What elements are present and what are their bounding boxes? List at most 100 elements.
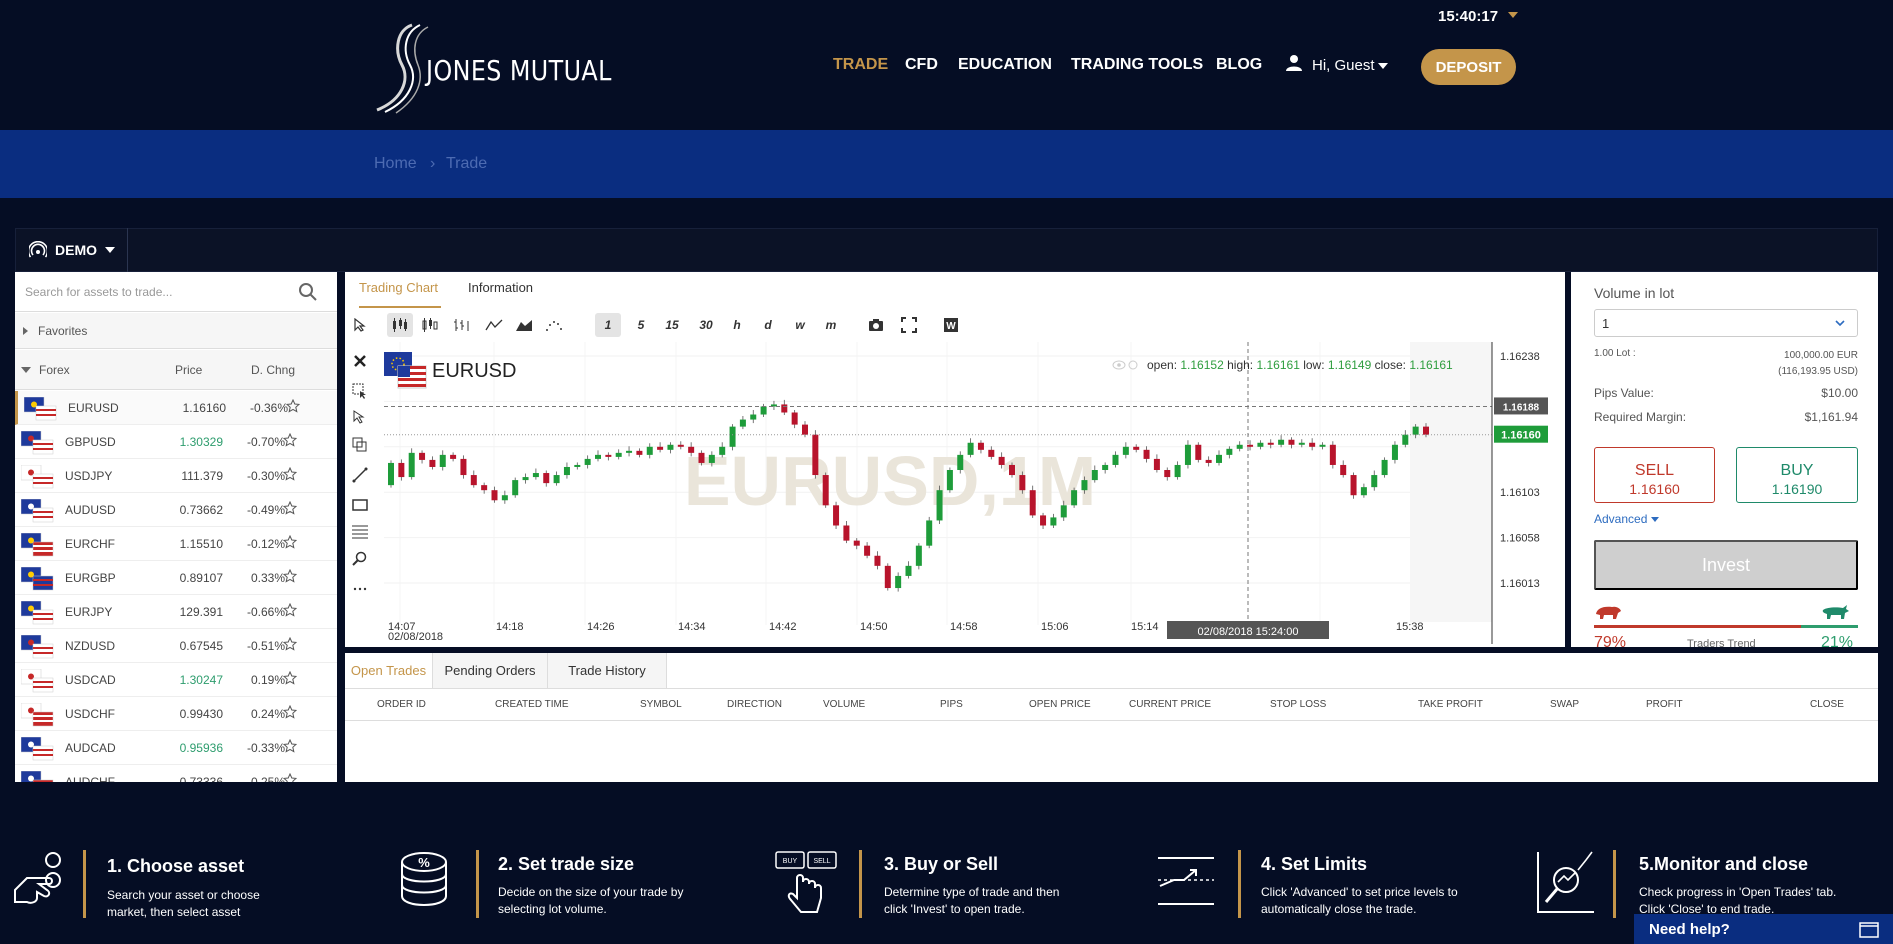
- column-header-current-price[interactable]: CURRENT PRICE: [1129, 699, 1211, 710]
- multi-select-icon[interactable]: [351, 408, 369, 426]
- timeframe-5[interactable]: 5: [628, 313, 654, 337]
- visibility-icon[interactable]: [1112, 359, 1138, 371]
- search-input[interactable]: [25, 280, 285, 304]
- asset-row-usdcad[interactable]: USDCAD 1.30247 0.19%: [15, 663, 337, 697]
- asset-row-usdchf[interactable]: USDCHF 0.99430 0.24%: [15, 697, 337, 731]
- nav-education[interactable]: EDUCATION: [958, 56, 1052, 74]
- column-header-stop-loss[interactable]: STOP LOSS: [1270, 699, 1326, 710]
- tab-trade-history[interactable]: Trade History: [548, 653, 667, 688]
- timeframe-15[interactable]: 15: [659, 313, 685, 337]
- tab-information[interactable]: Information: [468, 280, 533, 295]
- tab-trading-chart[interactable]: Trading Chart: [359, 280, 438, 295]
- candle: [1423, 426, 1429, 435]
- column-header-swap[interactable]: SWAP: [1550, 699, 1579, 710]
- cursor-icon[interactable]: [353, 318, 367, 332]
- star-icon[interactable]: [283, 603, 297, 617]
- copy-icon[interactable]: [351, 436, 369, 454]
- candle: [1402, 434, 1409, 445]
- timeframe-h[interactable]: h: [724, 313, 750, 337]
- user-menu[interactable]: Hi, Guest: [1312, 57, 1375, 74]
- asset-row-usdjpy[interactable]: USDJPY 111.379 -0.30%: [15, 459, 337, 493]
- widget-icon[interactable]: W: [943, 317, 959, 333]
- camera-icon[interactable]: [868, 317, 884, 333]
- sell-price: 1.16160: [1629, 480, 1680, 497]
- clock-caret-icon[interactable]: [1508, 12, 1518, 18]
- column-header-open-price[interactable]: OPEN PRICE: [1029, 699, 1091, 710]
- column-header-order-id[interactable]: ORDER ID: [377, 699, 426, 710]
- fibonacci-icon[interactable]: [351, 522, 369, 540]
- asset-row-eurjpy[interactable]: EURJPY 129.391 -0.66%: [15, 595, 337, 629]
- sell-button[interactable]: SELL 1.16160: [1594, 447, 1715, 503]
- breadcrumb-home[interactable]: Home: [374, 155, 417, 173]
- timeframe-w[interactable]: w: [787, 313, 813, 337]
- zoom-icon[interactable]: [351, 550, 369, 568]
- volume-select[interactable]: 1: [1594, 309, 1858, 337]
- nav-trading-tools[interactable]: TRADING TOOLS: [1071, 56, 1203, 74]
- star-icon[interactable]: [283, 705, 297, 719]
- chevron-down-icon[interactable]: [1378, 63, 1388, 69]
- asset-row-eurgbp[interactable]: EURGBP 0.89107 0.33%: [15, 561, 337, 595]
- rectangle-icon[interactable]: [351, 496, 369, 514]
- column-header-symbol[interactable]: SYMBOL: [640, 699, 682, 710]
- asset-row-eurchf[interactable]: EURCHF 1.15510 -0.12%: [15, 527, 337, 561]
- dot-chart-icon[interactable]: [541, 313, 567, 337]
- star-icon[interactable]: [283, 671, 297, 685]
- column-header-direction[interactable]: DIRECTION: [727, 699, 782, 710]
- column-header-profit[interactable]: PROFIT: [1646, 699, 1683, 710]
- star-icon[interactable]: [283, 637, 297, 651]
- asset-row-nzdusd[interactable]: NZDUSD 0.67545 -0.51%: [15, 629, 337, 663]
- account-mode-dropdown[interactable]: DEMO: [15, 228, 128, 272]
- asset-row-audusd[interactable]: AUDUSD 0.73662 -0.49%: [15, 493, 337, 527]
- favorites-group[interactable]: Favorites: [15, 313, 337, 349]
- star-icon[interactable]: [283, 467, 297, 481]
- asset-row-audcad[interactable]: AUDCAD 0.95936 -0.33%: [15, 731, 337, 765]
- asset-row-audchf[interactable]: AUDCHF 0.73336 -0.25%: [15, 765, 337, 782]
- star-icon[interactable]: [283, 433, 297, 447]
- logo-text[interactable]: JONES MUTUAL: [426, 54, 612, 87]
- asset-row-eurusd[interactable]: EURUSD 1.16160 -0.36%: [15, 391, 337, 425]
- star-icon[interactable]: [283, 739, 297, 753]
- asset-change: -0.66%: [246, 605, 285, 619]
- column-header-volume[interactable]: VOLUME: [823, 699, 865, 710]
- svg-text:SELL: SELL: [813, 858, 830, 865]
- deposit-button[interactable]: DEPOSIT: [1421, 49, 1516, 85]
- column-header-close[interactable]: CLOSE: [1810, 699, 1844, 710]
- table-header-divider: [345, 720, 1878, 721]
- nav-trade[interactable]: TRADE: [833, 56, 888, 74]
- price-chart[interactable]: EURUSD,1M1.162381.161031.160581.160131.1…: [382, 342, 1562, 644]
- buy-button[interactable]: BUY 1.16190: [1736, 447, 1858, 503]
- help-chat-button[interactable]: Need help?: [1634, 914, 1893, 944]
- star-icon[interactable]: [283, 569, 297, 583]
- asset-row-gbpusd[interactable]: GBPUSD 1.30329 -0.70%: [15, 425, 337, 459]
- fullscreen-icon[interactable]: [901, 317, 917, 333]
- column-header-created-time[interactable]: CREATED TIME: [495, 699, 569, 710]
- star-icon[interactable]: [283, 535, 297, 549]
- timeframe-1[interactable]: 1: [595, 313, 621, 337]
- ohlc-bars-icon[interactable]: [449, 313, 475, 337]
- hollow-candle-icon[interactable]: [417, 313, 443, 337]
- column-header-pips[interactable]: PIPS: [940, 699, 963, 710]
- column-header-take-profit[interactable]: TAKE PROFIT: [1418, 699, 1483, 710]
- area-chart-icon[interactable]: [511, 313, 537, 337]
- star-icon[interactable]: [286, 399, 300, 413]
- close-icon[interactable]: [351, 352, 369, 370]
- nav-blog[interactable]: BLOG: [1216, 56, 1262, 74]
- timeframe-m[interactable]: m: [818, 313, 844, 337]
- select-tool-icon[interactable]: [351, 382, 369, 400]
- line-chart-icon[interactable]: [481, 313, 507, 337]
- search-icon[interactable]: [298, 282, 318, 302]
- tab-open-trades[interactable]: Open Trades: [345, 653, 433, 688]
- tab-pending-orders[interactable]: Pending Orders: [433, 653, 548, 688]
- timeframe-d[interactable]: d: [755, 313, 781, 337]
- trendline-icon[interactable]: [351, 466, 369, 484]
- forex-group-header[interactable]: Forex Price D. Chng: [15, 350, 337, 390]
- user-icon[interactable]: [1285, 54, 1303, 72]
- advanced-toggle[interactable]: Advanced: [1594, 512, 1660, 526]
- invest-button[interactable]: Invest: [1594, 540, 1858, 590]
- star-icon[interactable]: [283, 773, 297, 782]
- star-icon[interactable]: [283, 501, 297, 515]
- timeframe-30[interactable]: 30: [693, 313, 719, 337]
- nav-cfd[interactable]: CFD: [905, 56, 938, 74]
- more-icon[interactable]: [351, 580, 369, 598]
- candlestick-icon[interactable]: [387, 313, 413, 337]
